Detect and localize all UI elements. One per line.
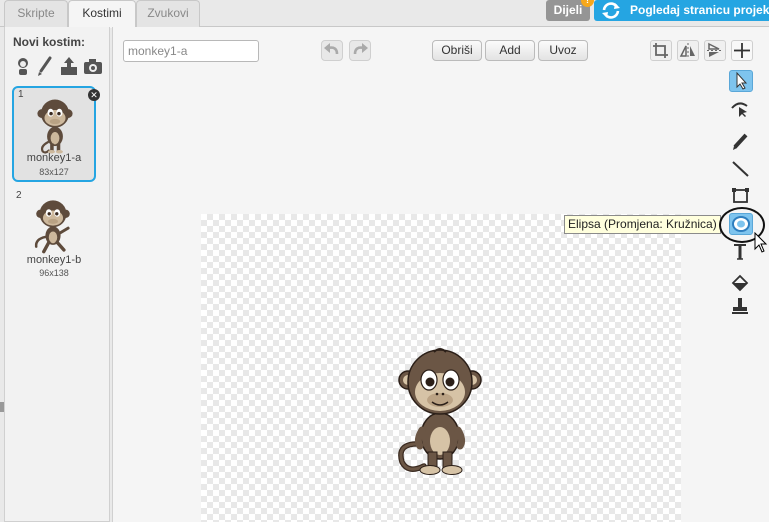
costume-size: 83x127 — [39, 167, 69, 177]
select-icon — [736, 71, 748, 90]
tab-costumes[interactable]: Kostimi — [68, 0, 136, 28]
select-tool[interactable] — [729, 70, 753, 92]
paint-editor: Obriši Add Uvoz — [112, 27, 769, 522]
add-button[interactable]: Add — [485, 40, 535, 61]
costume-size: 96x138 — [39, 268, 69, 278]
stamp-tool[interactable] — [729, 296, 753, 318]
ellipse-tooltip: Elipsa (Promjena: Kružnica) — [564, 215, 721, 234]
fill-tool[interactable] — [729, 272, 753, 294]
costume-number: 2 — [16, 190, 22, 201]
undo-button[interactable] — [321, 40, 343, 61]
crosshair-icon — [734, 43, 750, 58]
panel-resize-handle[interactable] — [0, 402, 4, 412]
costume-name: monkey1-a — [26, 152, 82, 164]
costume-number: 1 — [18, 89, 24, 100]
stamp-icon — [732, 298, 748, 314]
refresh-icon — [602, 2, 620, 19]
sprite-library-icon[interactable] — [13, 55, 33, 77]
text-tool[interactable] — [729, 241, 753, 263]
flip-horizontal-button[interactable] — [677, 40, 699, 61]
redo-button[interactable] — [349, 40, 371, 61]
paint-brush-icon[interactable] — [35, 55, 55, 77]
crop-icon — [653, 43, 668, 58]
line-tool[interactable] — [729, 159, 753, 181]
rectangle-icon — [732, 188, 749, 203]
costume-item-1[interactable]: 1 ✕ monkey1-a 83x127 — [12, 86, 100, 182]
flip-horizontal-icon — [679, 43, 695, 58]
see-project-page-button[interactable]: Pogledaj stranicu projekta — [594, 0, 769, 21]
camera-icon[interactable] — [83, 55, 103, 77]
drawing-canvas[interactable] — [201, 214, 681, 522]
reshape-tool[interactable] — [729, 98, 753, 120]
upload-icon[interactable] — [59, 55, 79, 77]
set-center-button[interactable] — [731, 40, 753, 61]
fill-icon — [731, 274, 749, 292]
tab-scripts[interactable]: Skripte — [4, 0, 68, 27]
delete-costume-icon[interactable]: ✕ — [88, 89, 100, 101]
tab-sounds[interactable]: Zvukovi — [136, 0, 200, 27]
monkey-thumbnail — [37, 99, 73, 154]
clear-button[interactable]: Obriši — [432, 40, 482, 61]
reshape-icon — [731, 102, 748, 117]
monkey-sprite[interactable] — [398, 344, 482, 476]
pencil-icon — [733, 133, 748, 150]
new-costume-label: Novi kostim: — [13, 35, 86, 49]
undo-icon — [324, 43, 339, 55]
monkey-thumbnail — [34, 200, 70, 254]
costume-item-2[interactable]: 2 monkey1-b 96x138 — [12, 189, 96, 285]
rectangle-tool[interactable] — [729, 186, 753, 208]
redo-icon — [353, 43, 368, 55]
text-icon — [734, 244, 746, 260]
flip-vertical-icon — [707, 42, 723, 57]
import-button[interactable]: Uvoz — [538, 40, 588, 61]
costume-name: monkey1-b — [26, 254, 82, 266]
pencil-tool[interactable] — [729, 132, 753, 154]
mouse-cursor-icon — [754, 232, 768, 253]
line-icon — [732, 161, 749, 177]
costume-list-panel: Novi kostim: 1 ✕ monkey1-a 83x127 2 monk… — [4, 27, 110, 522]
flip-vertical-button[interactable] — [704, 40, 726, 61]
crop-button[interactable] — [650, 40, 672, 61]
see-project-page-label: Pogledaj stranicu projekta — [630, 3, 769, 17]
costume-name-input[interactable] — [123, 40, 259, 62]
